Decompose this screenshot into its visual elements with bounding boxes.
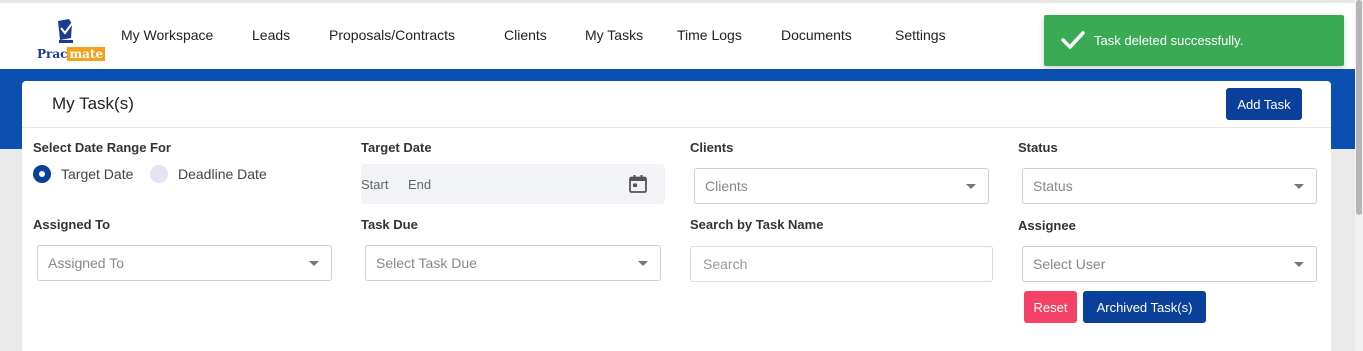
chevron-down-icon [1294, 262, 1304, 267]
assigned-to-placeholder: Assigned To [48, 255, 125, 271]
radio-unselected-dot [150, 165, 168, 183]
logo-text-prac: Prac [37, 47, 68, 61]
task-due-label: Task Due [361, 217, 418, 232]
nav-item-clients[interactable]: Clients [504, 27, 547, 43]
scrollbar-thumb[interactable] [1356, 0, 1362, 215]
radio-target-date[interactable]: Target Date [33, 165, 133, 183]
date-end-field[interactable]: End [408, 177, 431, 192]
archived-tasks-button[interactable]: Archived Task(s) [1083, 291, 1206, 323]
radio-deadline-date[interactable]: Deadline Date [150, 165, 267, 183]
radio-deadline-date-label: Deadline Date [178, 166, 267, 182]
chevron-down-icon [638, 261, 648, 266]
logo-text-mate: mate [67, 47, 106, 61]
page-title: My Task(s) [52, 94, 134, 113]
date-start-field[interactable]: Start [361, 177, 388, 192]
task-due-select[interactable]: Select Task Due [365, 245, 661, 281]
assignee-label: Assignee [1018, 218, 1076, 233]
target-date-label: Target Date [361, 140, 432, 155]
calendar-icon[interactable] [628, 174, 648, 194]
clients-label: Clients [690, 140, 734, 155]
assignee-select[interactable]: Select User [1022, 246, 1317, 282]
nav-item-leads[interactable]: Leads [252, 27, 290, 43]
assignee-placeholder: Select User [1033, 256, 1106, 272]
nav-item-settings[interactable]: Settings [895, 27, 946, 43]
clients-placeholder: Clients [705, 178, 748, 194]
chevron-down-icon [309, 261, 319, 266]
status-placeholder: Status [1033, 178, 1073, 194]
nav-item-proposals-contracts[interactable]: Proposals/Contracts [329, 27, 455, 43]
radio-selected-dot [33, 165, 51, 183]
search-task-input[interactable] [690, 246, 993, 282]
logo-text: Prac mate [37, 47, 106, 61]
pracmate-logo[interactable]: Prac mate [35, 18, 106, 62]
nav-item-time-logs[interactable]: Time Logs [677, 27, 742, 43]
date-range-label: Select Date Range For [33, 140, 171, 155]
assigned-to-select[interactable]: Assigned To [37, 245, 332, 281]
clients-select[interactable]: Clients [694, 168, 989, 204]
logo-mark-icon [58, 19, 74, 43]
assigned-to-label: Assigned To [33, 217, 111, 232]
success-toast[interactable]: Task deleted successfully. [1044, 15, 1344, 66]
search-task-label: Search by Task Name [690, 217, 824, 232]
status-label: Status [1018, 140, 1058, 155]
nav-item-my-tasks[interactable]: My Tasks [585, 27, 643, 43]
target-date-range-picker[interactable]: Start End [361, 164, 665, 204]
toast-message: Task deleted successfully. [1094, 33, 1244, 48]
nav-item-documents[interactable]: Documents [781, 27, 852, 43]
chevron-down-icon [1294, 184, 1304, 189]
checkmark-icon [1061, 31, 1085, 49]
status-select[interactable]: Status [1022, 168, 1317, 204]
chevron-down-icon [966, 184, 976, 189]
task-due-placeholder: Select Task Due [376, 255, 477, 271]
card-header: My Task(s) Add Task [22, 81, 1331, 128]
add-task-button[interactable]: Add Task [1226, 88, 1302, 120]
radio-target-date-label: Target Date [61, 166, 134, 182]
my-tasks-card: My Task(s) Add Task Select Date Range Fo… [22, 81, 1331, 351]
nav-item-my-workspace[interactable]: My Workspace [121, 27, 213, 43]
reset-button[interactable]: Reset [1024, 291, 1077, 323]
